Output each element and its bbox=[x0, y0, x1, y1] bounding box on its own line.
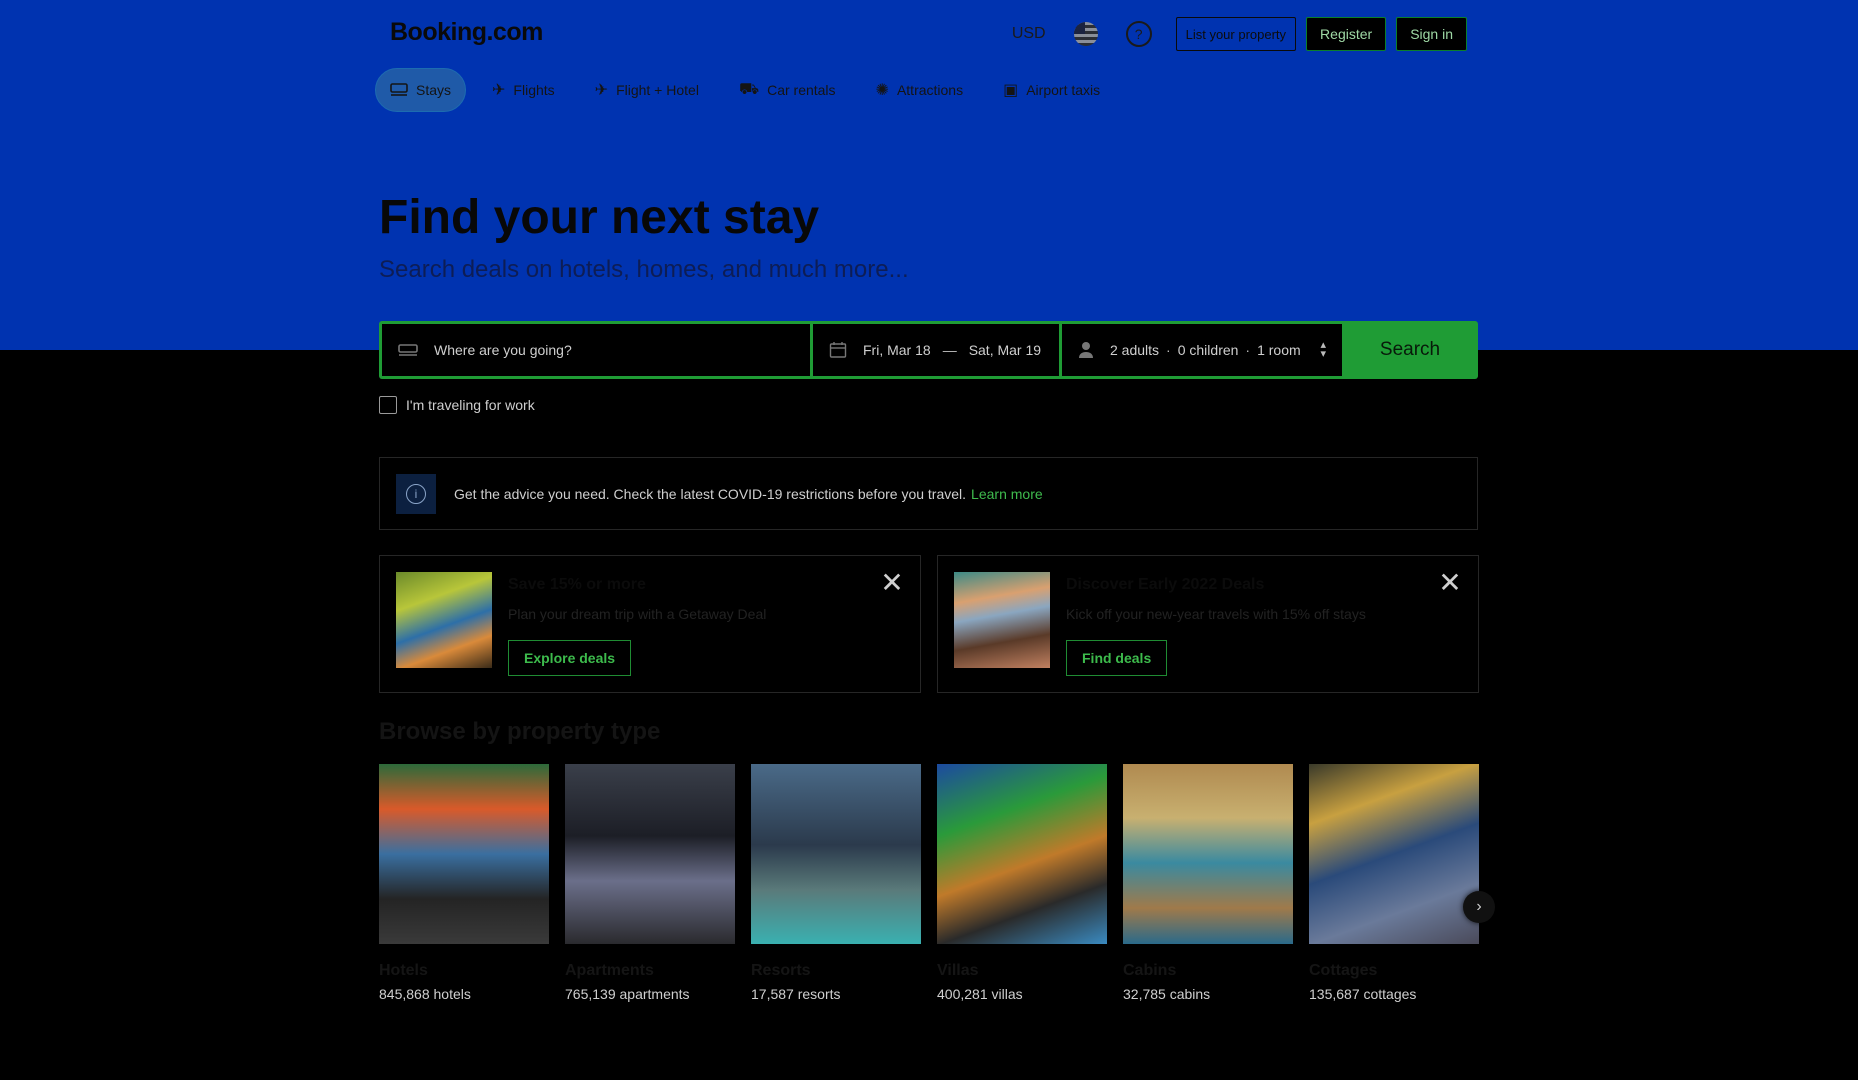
tab-flight-hotel[interactable]: ✈ Flight + Hotel bbox=[581, 68, 713, 112]
property-card-villas[interactable]: Villas 400,281 villas bbox=[937, 764, 1107, 1002]
property-count: 17,587 resorts bbox=[751, 986, 841, 1002]
property-name: Villas bbox=[937, 962, 979, 979]
tab-label: Airport taxis bbox=[1026, 82, 1101, 98]
property-card-resorts[interactable]: Resorts 17,587 resorts bbox=[751, 764, 921, 1002]
covid-banner: i Get the advice you need. Check the lat… bbox=[379, 457, 1478, 530]
close-icon[interactable]: ✕ bbox=[1438, 569, 1462, 597]
tab-attractions[interactable]: ✺ Attractions bbox=[862, 68, 978, 112]
destination-placeholder: Where are you going? bbox=[434, 342, 572, 358]
guest-separator: · bbox=[1166, 342, 1171, 358]
find-deals-button[interactable]: Find deals bbox=[1066, 640, 1168, 676]
tab-stays[interactable]: Stays bbox=[375, 68, 467, 112]
property-card-apartments[interactable]: Apartments 765,139 apartments bbox=[565, 764, 735, 1002]
car-icon: ⛟ bbox=[738, 81, 760, 98]
deal-image bbox=[396, 572, 492, 668]
work-travel-checkbox[interactable] bbox=[379, 396, 397, 414]
deal-title: Discover Early 2022 Deals bbox=[1066, 576, 1265, 593]
plane-icon: ✈ bbox=[492, 82, 506, 99]
info-icon: i bbox=[396, 473, 436, 514]
deal-description: Plan your dream trip with a Getaway Deal bbox=[508, 606, 767, 622]
guest-separator: · bbox=[1245, 342, 1251, 358]
close-icon[interactable]: ✕ bbox=[880, 569, 904, 597]
checkin-date: Fri, Mar 18 bbox=[863, 342, 931, 358]
sign-in-button[interactable]: Sign in bbox=[1396, 17, 1467, 51]
attractions-icon: ✺ bbox=[875, 82, 889, 99]
flight-hotel-icon: ✈ bbox=[594, 82, 609, 99]
tab-label: Stays bbox=[416, 82, 452, 98]
tab-airport-taxis[interactable]: ▣ Airport taxis bbox=[989, 68, 1114, 112]
date-picker[interactable]: Fri, Mar 18 — Sat, Mar 19 bbox=[813, 324, 1059, 376]
children-count: 0 children bbox=[1177, 342, 1239, 358]
person-icon bbox=[1079, 342, 1093, 358]
tab-label: Flights bbox=[513, 82, 555, 98]
tab-flights[interactable]: ✈ Flights bbox=[478, 68, 569, 112]
chevron-right-icon[interactable]: › bbox=[1463, 891, 1495, 923]
browse-section-title: Browse by property type bbox=[379, 718, 661, 745]
deal-card-getaway: Save 15% or more Plan your dream trip wi… bbox=[379, 555, 921, 693]
bed-icon bbox=[398, 344, 418, 356]
search-button[interactable]: Search bbox=[1345, 324, 1475, 376]
product-tabs: Stays ✈ Flights ✈ Flight + Hotel ⛟ Car r… bbox=[375, 68, 1126, 112]
hero-background bbox=[0, 0, 1858, 350]
register-button[interactable]: Register bbox=[1306, 17, 1387, 51]
work-travel-option[interactable]: I'm traveling for work bbox=[379, 396, 535, 414]
deal-card-early-2022: Discover Early 2022 Deals Kick off your … bbox=[937, 555, 1479, 693]
property-name: Cottages bbox=[1309, 962, 1378, 979]
property-image bbox=[379, 764, 549, 944]
help-icon[interactable]: ? bbox=[1125, 21, 1152, 47]
tab-label: Flight + Hotel bbox=[616, 82, 699, 98]
property-card-hotels[interactable]: Hotels 845,868 hotels bbox=[379, 764, 549, 1002]
page-title: Find your next stay bbox=[379, 191, 820, 244]
property-name: Resorts bbox=[751, 962, 811, 979]
destination-field[interactable]: Where are you going? bbox=[382, 324, 810, 376]
property-image bbox=[751, 764, 921, 944]
deal-description: Kick off your new-year travels with 15% … bbox=[1066, 606, 1366, 622]
adults-count: 2 adults bbox=[1110, 342, 1160, 358]
property-count: 135,687 cottages bbox=[1309, 986, 1417, 1002]
property-name: Apartments bbox=[565, 962, 654, 979]
header-actions: USD ? List your property Register Sign i… bbox=[1012, 17, 1467, 51]
us-flag-icon[interactable] bbox=[1073, 22, 1098, 46]
property-name: Hotels bbox=[379, 962, 428, 979]
deal-image bbox=[954, 572, 1050, 668]
rooms-count: 1 room bbox=[1257, 342, 1301, 358]
tab-car-rentals[interactable]: ⛟ Car rentals bbox=[725, 68, 850, 112]
bed-icon bbox=[390, 83, 408, 96]
currency-selector[interactable]: USD bbox=[1012, 25, 1046, 43]
property-count: 32,785 cabins bbox=[1123, 986, 1211, 1002]
checkout-date: Sat, Mar 19 bbox=[968, 342, 1042, 358]
property-image bbox=[937, 764, 1107, 944]
calendar-icon bbox=[829, 342, 847, 358]
tab-label: Car rentals bbox=[767, 82, 836, 98]
covid-text: Get the advice you need. Check the lates… bbox=[454, 485, 967, 502]
chevron-updown-icon: ▴ ▾ bbox=[1320, 339, 1326, 360]
tab-label: Attractions bbox=[896, 82, 964, 98]
property-count: 765,139 apartments bbox=[565, 986, 690, 1002]
booking-logo[interactable]: Booking.com bbox=[390, 18, 543, 47]
property-image bbox=[1123, 764, 1293, 944]
property-image bbox=[565, 764, 735, 944]
taxi-icon: ▣ bbox=[1003, 82, 1019, 99]
search-bar: Where are you going? Fri, Mar 18 — Sat, … bbox=[379, 321, 1478, 379]
property-name: Cabins bbox=[1123, 962, 1177, 979]
deal-title: Save 15% or more bbox=[508, 576, 646, 593]
work-travel-label: I'm traveling for work bbox=[406, 397, 535, 413]
date-separator: — bbox=[942, 342, 957, 358]
property-count: 845,868 hotels bbox=[379, 986, 471, 1002]
property-count: 400,281 villas bbox=[937, 986, 1023, 1002]
property-image bbox=[1309, 764, 1479, 944]
list-property-button[interactable]: List your property bbox=[1175, 17, 1297, 51]
page-subtitle: Search deals on hotels, homes, and much … bbox=[379, 256, 909, 283]
learn-more-link[interactable]: Learn more bbox=[971, 486, 1043, 502]
explore-deals-button[interactable]: Explore deals bbox=[508, 640, 632, 676]
guests-selector[interactable]: 2 adults · 0 children · 1 room ▴ ▾ bbox=[1062, 324, 1342, 376]
property-card-cottages[interactable]: Cottages 135,687 cottages bbox=[1309, 764, 1479, 1002]
property-card-cabins[interactable]: Cabins 32,785 cabins bbox=[1123, 764, 1293, 1002]
